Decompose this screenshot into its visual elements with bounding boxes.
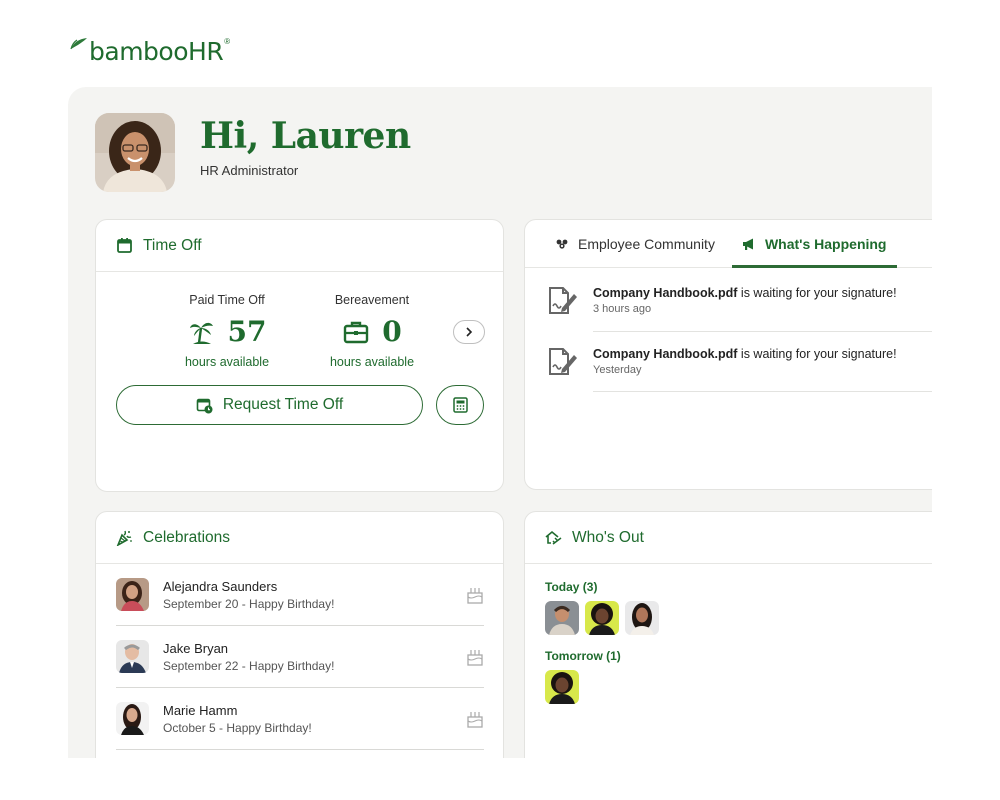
divider xyxy=(593,331,932,332)
registered-mark: ® xyxy=(224,37,231,46)
whos-out-card: Who's Out Today (3) Tomorrow (1) xyxy=(524,511,932,758)
celebration-detail: October 5 - Happy Birthday! xyxy=(163,720,312,735)
avatar[interactable] xyxy=(545,601,579,635)
palm-tree-icon xyxy=(189,322,213,344)
house-plane-icon xyxy=(545,530,562,545)
bereavement-type-label: Bereavement xyxy=(334,293,410,307)
birthday-cake-icon xyxy=(467,650,483,666)
person-name: Marie Hamm xyxy=(163,702,238,718)
time-off-card: Time Off Paid Time Off 57 hours availabl… xyxy=(95,219,504,492)
feed-message: Company Handbook.pdf is waiting for your… xyxy=(593,286,897,300)
whos-out-title: Who's Out xyxy=(572,528,644,546)
avatar xyxy=(116,640,149,673)
bereavement-balance[interactable]: Bereavement 0 hours available xyxy=(312,293,432,369)
time-off-title: Time Off xyxy=(143,236,202,254)
logo-wordmark: bambooHR xyxy=(89,37,224,66)
celebrations-title: Celebrations xyxy=(143,528,231,546)
tab-label: Employee Community xyxy=(578,235,715,252)
celebrations-card: Celebrations Alejandra Saunders Septembe… xyxy=(95,511,504,758)
calculator-button[interactable] xyxy=(436,385,484,425)
today-label: Today (3) xyxy=(545,580,598,594)
document-sign-icon xyxy=(549,348,577,375)
page-title: Hi, Lauren xyxy=(200,115,411,157)
calendar-icon xyxy=(117,238,132,253)
request-time-off-label: Request Time Off xyxy=(222,396,344,413)
celebration-detail: September 22 - Happy Birthday! xyxy=(163,658,335,673)
bereavement-hours-value: 0 xyxy=(382,315,402,348)
birthday-cake-icon xyxy=(467,588,483,604)
time-off-header: Time Off xyxy=(96,220,503,272)
pto-type-label: Paid Time Off xyxy=(189,293,265,307)
leaf-icon xyxy=(70,38,87,50)
pto-balance[interactable]: Paid Time Off 57 hours available xyxy=(164,293,290,369)
pto-hours-value: 57 xyxy=(227,315,267,348)
person-name: Alejandra Saunders xyxy=(163,578,278,594)
feed-tabs: Employee Community What's Happening xyxy=(525,220,932,268)
list-item[interactable]: Marie Hamm October 5 - Happy Birthday! xyxy=(116,688,484,750)
chevron-right-icon xyxy=(466,327,473,337)
calculator-icon xyxy=(452,397,468,413)
megaphone-icon xyxy=(742,238,753,250)
birthday-cake-icon xyxy=(467,712,483,728)
avatar[interactable] xyxy=(585,601,619,635)
whos-out-header: Who's Out xyxy=(525,512,932,564)
feed-message: Company Handbook.pdf is waiting for your… xyxy=(593,347,897,361)
tomorrow-label: Tomorrow (1) xyxy=(545,649,621,663)
list-item[interactable]: Jake Bryan September 22 - Happy Birthday… xyxy=(116,626,484,688)
bereavement-unit-label: hours available xyxy=(329,355,415,369)
today-avatars xyxy=(545,601,659,635)
bamboohr-logo[interactable]: bambooHR ® xyxy=(70,36,230,64)
avatar[interactable] xyxy=(545,670,579,704)
avatar xyxy=(116,702,149,735)
party-popper-icon xyxy=(116,530,132,546)
feed-card: Employee Community What's Happening Comp… xyxy=(524,219,932,490)
feed-item[interactable]: Company Handbook.pdf is waiting for your… xyxy=(547,286,932,316)
community-icon xyxy=(556,239,568,249)
avatar xyxy=(116,578,149,611)
avatar[interactable] xyxy=(625,601,659,635)
celebrations-header: Celebrations xyxy=(96,512,503,564)
document-sign-icon xyxy=(549,287,577,314)
feed-time: 3 hours ago xyxy=(593,303,652,315)
request-time-off-button[interactable]: Request Time Off xyxy=(116,385,423,425)
next-balances-button[interactable] xyxy=(453,320,485,344)
briefcase-icon xyxy=(344,321,369,343)
celebration-detail: September 20 - Happy Birthday! xyxy=(163,596,335,611)
profile-avatar[interactable] xyxy=(95,113,175,192)
dashboard-canvas: Hi, Lauren HR Administrator Time Off Pai… xyxy=(68,87,932,758)
list-item[interactable]: Alejandra Saunders September 20 - Happy … xyxy=(116,564,484,626)
feed-time: Yesterday xyxy=(593,364,642,376)
divider xyxy=(593,391,932,392)
pto-unit-label: hours available xyxy=(184,355,270,369)
user-role: HR Administrator xyxy=(200,163,299,178)
tab-label: What's Happening xyxy=(764,235,887,252)
calendar-clock-icon xyxy=(196,398,213,413)
tomorrow-avatars xyxy=(545,670,579,704)
feed-item[interactable]: Company Handbook.pdf is waiting for your… xyxy=(547,347,932,377)
person-name: Jake Bryan xyxy=(163,640,229,656)
tab-employee-community[interactable]: Employee Community xyxy=(555,220,715,267)
tab-whats-happening[interactable]: What's Happening xyxy=(731,220,897,268)
